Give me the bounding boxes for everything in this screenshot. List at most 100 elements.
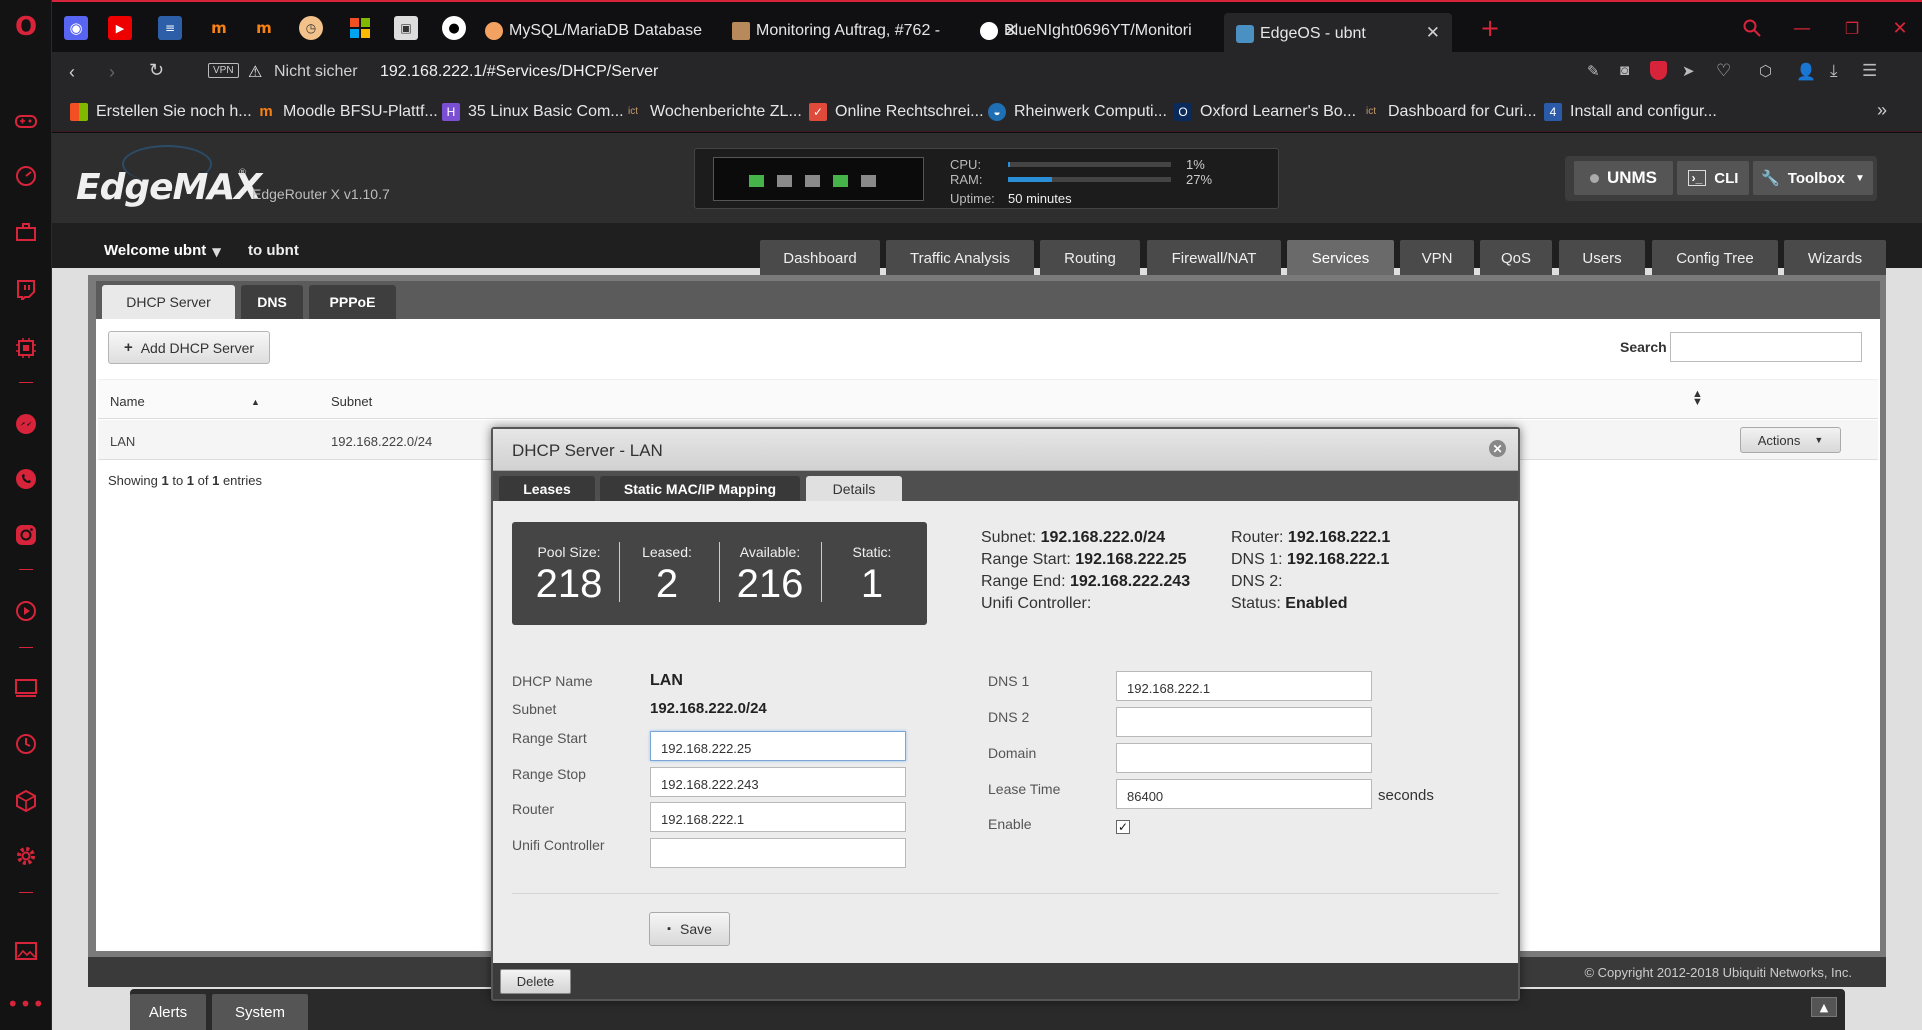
url-field[interactable]: 192.168.222.1/#Services/DHCP/Server [380,63,658,81]
edit-icon[interactable]: ✎ [1587,62,1600,80]
history-icon[interactable] [13,731,39,757]
bookmark-item[interactable]: Erstellen Sie noch h... [70,101,252,123]
tab-mysql[interactable]: MySQL/MariaDB Database ✕ [485,13,765,48]
tab-services[interactable]: Services [1287,240,1394,276]
photo-app-icon[interactable]: ▣ [394,16,418,40]
actions-dropdown-button[interactable]: Actions ▼ [1740,427,1841,453]
close-icon[interactable]: ✕ [1489,440,1506,457]
discord-icon[interactable]: ◉ [64,16,88,40]
column-header-subnet[interactable]: Subnet [331,394,372,409]
new-tab-icon[interactable]: + [1478,14,1502,42]
back-icon[interactable]: ‹ [69,62,75,83]
whatsapp-icon[interactable] [13,466,39,492]
add-dhcp-server-button[interactable]: + Add DHCP Server [108,331,270,364]
tab-routing[interactable]: Routing [1040,240,1140,276]
range-start-input[interactable]: 192.168.222.25 [650,731,906,761]
tab-leases[interactable]: Leases [499,476,595,501]
column-header-name[interactable]: Name [110,394,145,409]
bookmark-item[interactable]: 4 Install and configur... [1544,101,1717,123]
moodle-icon[interactable]: m [207,16,231,40]
window-close-icon[interactable]: ✕ [1888,16,1912,40]
dialog-title-bar[interactable]: DHCP Server - LAN ✕ [493,429,1518,471]
bfsu-icon[interactable]: ≡ [158,16,182,40]
download-icon[interactable]: ⤓ [1830,61,1838,81]
tab-config-tree[interactable]: Config Tree [1652,240,1778,276]
snapshot-icon[interactable] [13,938,39,964]
unifi-controller-input[interactable] [650,838,906,868]
subtab-dns[interactable]: DNS [241,285,303,319]
chevron-down-icon[interactable]: ▼ [212,245,221,259]
opera-logo-icon[interactable]: O [13,12,39,42]
bookmark-item[interactable]: H 35 Linux Basic Com... [442,101,624,123]
camera-icon[interactable]: ◙ [1620,62,1629,79]
tab-firewall-nat[interactable]: Firewall/NAT [1147,240,1281,276]
close-icon[interactable]: ✕ [1426,23,1440,43]
toolbox-button[interactable]: 🔧 Toolbox ▼ [1753,161,1873,195]
range-stop-input[interactable]: 192.168.222.243 [650,767,906,797]
cube-icon[interactable]: ⬡ [1759,62,1772,80]
flow-icon[interactable] [13,675,39,701]
bookmark-item[interactable]: O Oxford Learner's Bo... [1174,101,1356,123]
domain-input[interactable] [1116,743,1372,773]
extensions-icon[interactable] [13,788,39,814]
tab-traffic-analysis[interactable]: Traffic Analysis [886,240,1034,276]
restore-icon[interactable]: ❐ [1840,16,1864,40]
tab-vpn[interactable]: VPN [1400,240,1474,276]
briefcase-icon[interactable] [13,219,39,245]
search-input[interactable] [1670,332,1862,362]
tab-qos[interactable]: QoS [1480,240,1552,276]
save-button[interactable]: ▪ Save [649,912,730,946]
cli-button[interactable]: ›_ CLI [1677,161,1749,195]
bookmark-item[interactable]: m Moodle BFSU-Plattf... [257,101,437,123]
router-input[interactable]: 192.168.222.1 [650,802,906,832]
delete-button[interactable]: Delete [500,969,571,994]
security-warning[interactable]: Nicht sicher [274,63,358,81]
instagram-icon[interactable] [13,522,39,548]
enable-checkbox[interactable]: ✓ [1116,820,1130,834]
subtab-dhcp-server[interactable]: DHCP Server [102,285,235,319]
youtube-icon[interactable]: ▶ [108,16,132,40]
expand-up-icon[interactable]: ▲ [1811,997,1837,1017]
alerts-button[interactable]: Alerts [130,994,206,1030]
dns2-input[interactable] [1116,707,1372,737]
player-icon[interactable] [13,598,39,624]
settings-gear-icon[interactable] [13,843,39,869]
dns1-input[interactable]: 192.168.222.1 [1116,671,1372,701]
bookmark-item[interactable]: ict Dashboard for Curi... [1362,101,1537,123]
tab-details[interactable]: Details [806,476,902,501]
gamepad-icon[interactable] [13,108,39,134]
moodle-icon-2[interactable]: m [252,16,276,40]
bookmark-item[interactable]: ict Wochenberichte ZL... [624,101,802,123]
chip-icon[interactable] [13,335,39,361]
tab-edgeos[interactable]: EdgeOS - ubnt ✕ [1224,13,1452,54]
more-icon[interactable]: ••• [7,991,44,1017]
twitch-icon[interactable] [13,277,39,303]
messenger-icon[interactable] [13,411,39,437]
unms-button[interactable]: UNMS [1574,161,1673,195]
adblock-shield-icon[interactable] [1650,61,1667,80]
minimize-icon[interactable]: — [1790,16,1814,40]
microsoft-icon[interactable] [348,16,372,40]
more-bookmarks-icon[interactable]: » [1877,100,1887,121]
system-button[interactable]: System [212,994,308,1030]
sort-icon[interactable]: ▲ ▼ [1692,389,1703,408]
bookmark-item[interactable]: ✓ Online Rechtschrei... [809,101,984,123]
search-icon[interactable] [1740,16,1764,40]
reload-icon[interactable]: ↻ [149,60,164,81]
welcome-user-menu[interactable]: Welcome ubnt [104,242,206,259]
forward-icon[interactable]: › [109,62,115,83]
sort-ascending-icon[interactable]: ▲ [251,397,260,407]
account-icon[interactable]: 👤 [1796,62,1816,82]
vpn-badge[interactable]: VPN [208,63,239,78]
github-icon[interactable]: ● [442,16,466,40]
bookmark-item[interactable]: ◒ Rheinwerk Computi... [988,101,1167,123]
send-icon[interactable]: ➤ [1682,62,1695,80]
speedometer-icon[interactable] [13,163,39,189]
tab-dashboard[interactable]: Dashboard [760,240,880,276]
tab-wizards[interactable]: Wizards [1784,240,1886,276]
lease-time-input[interactable]: 86400 [1116,779,1372,809]
subtab-pppoe[interactable]: PPPoE [309,285,396,319]
easy-setup-icon[interactable]: ☰ [1862,61,1877,81]
clock-app-icon[interactable]: ◷ [299,16,323,40]
tab-static-mapping[interactable]: Static MAC/IP Mapping [600,476,800,501]
